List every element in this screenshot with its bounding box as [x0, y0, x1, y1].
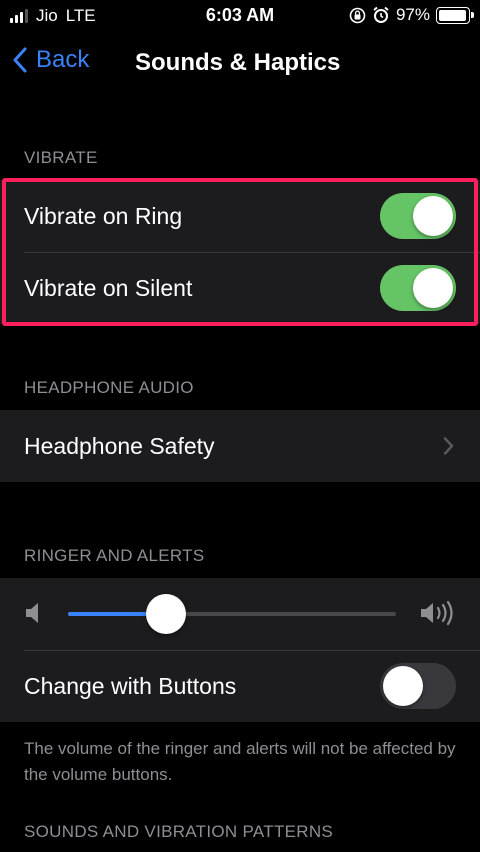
- speaker-low-icon: [26, 603, 38, 623]
- volume-slider-track[interactable]: [68, 612, 396, 616]
- change-with-buttons-toggle[interactable]: [380, 663, 456, 709]
- page-title: Sounds & Haptics: [135, 49, 341, 76]
- back-label: Back: [36, 46, 90, 73]
- toggle-knob: [383, 666, 423, 706]
- vibrate-on-silent-label: Vibrate on Silent: [24, 274, 193, 301]
- ringer-alerts-group: Change with Buttons: [0, 578, 480, 722]
- back-button[interactable]: Back: [12, 46, 89, 74]
- battery-level: [439, 9, 467, 21]
- change-with-buttons-label: Change with Buttons: [24, 672, 237, 699]
- status-bar: Jio LTE 6:03 AM 97%: [0, 0, 480, 32]
- status-right: 97%: [349, 5, 474, 25]
- headphone-safety-label: Headphone Safety: [24, 432, 215, 459]
- battery-icon: [436, 6, 474, 24]
- section-header-headphone-audio: HEADPHONE AUDIO: [24, 378, 194, 397]
- vibrate-on-ring-row: Vibrate on Ring: [0, 180, 480, 252]
- network-type: LTE: [65, 6, 96, 25]
- headphone-audio-group: Headphone Safety: [0, 410, 480, 482]
- headphone-safety-row[interactable]: Headphone Safety: [0, 410, 480, 482]
- change-with-buttons-row: Change with Buttons: [0, 650, 480, 722]
- speaker-high-icon: [421, 600, 453, 626]
- toggle-knob: [413, 268, 453, 308]
- vibrate-group: Vibrate on Ring Vibrate on Silent: [0, 180, 480, 324]
- battery-percent: 97%: [395, 5, 430, 24]
- toggle-knob: [413, 196, 453, 236]
- navigation-bar: Back Sounds & Haptics: [0, 40, 480, 88]
- section-header-vibrate: VIBRATE: [24, 148, 98, 167]
- chevron-left-icon: [13, 47, 27, 73]
- signal-strength-icon: [10, 9, 28, 23]
- ringer-footer-note: The volume of the ringer and alerts will…: [24, 739, 456, 784]
- carrier-name: Jio: [36, 6, 58, 25]
- volume-slider-thumb[interactable]: [146, 594, 187, 634]
- vibrate-on-silent-row: Vibrate on Silent: [0, 252, 480, 324]
- section-header-sounds-and-vibration-patterns: SOUNDS AND VIBRATION PATTERNS: [24, 822, 334, 841]
- orientation-lock-icon: [349, 7, 366, 23]
- volume-slider-row: [0, 578, 480, 650]
- vibrate-on-silent-toggle[interactable]: [380, 265, 456, 311]
- vibrate-on-ring-label: Vibrate on Ring: [24, 202, 183, 229]
- status-left: Jio LTE: [10, 6, 96, 26]
- chevron-right-icon: [443, 437, 454, 455]
- alarm-icon: [373, 6, 389, 23]
- section-header-ringer-and-alerts: RINGER AND ALERTS: [24, 546, 205, 565]
- vibrate-on-ring-toggle[interactable]: [380, 193, 456, 239]
